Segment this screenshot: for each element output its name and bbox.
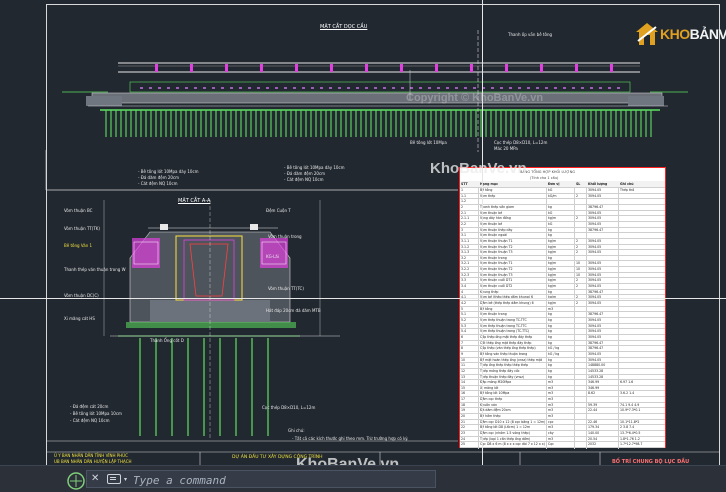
table-cell: 1.7*12.7*98.7 — [620, 442, 643, 447]
khobanve-logo: KHOBẢNVẼ — [632, 20, 726, 48]
note-c: - Cát đệm NQ 10cm — [138, 181, 178, 186]
note-f: - Cát đệm NQ 10cm — [284, 177, 324, 182]
section-label-14: - Đá đệm cát 20cm — [70, 404, 109, 409]
note-a: - Bê tông lót 10Mpa dày 10cm — [138, 169, 199, 174]
watermark-main: KhoBanVe.vn — [430, 160, 527, 177]
watermark-bottom: KhoBanVe.vn — [296, 456, 400, 465]
table-cell: Cọc D8 x 6 m (8 x x x cọc dài 7 x 12 x x… — [480, 442, 545, 447]
note-d: - Bê tông lót 10Mpa dày 10cm — [284, 165, 345, 170]
table-header-cell: Ghi chú — [620, 182, 634, 186]
table-cell: Cọc — [548, 442, 554, 447]
section-label-7: Thanh thép ván thuận trong W — [64, 267, 126, 272]
section-label-5: Bê tông Ván 1 — [64, 243, 93, 248]
label-form-bar: Thanh ốp vần bê tông — [508, 32, 553, 37]
section-label-15: - Bê tông lót 10Mpa 10cm — [70, 411, 122, 416]
logo-kho: KHO — [660, 26, 690, 42]
elevation-title: MẶT CẮT DỌC CẦU — [320, 24, 368, 30]
watermark-copyright: Copyright © KhoBanVe.vn — [406, 92, 544, 104]
drawing-canvas[interactable]: MẶT CẮT DỌC CẦU MẶT CẮT A-A Thanh ốp vần… — [0, 0, 726, 465]
table-header-cell: Khối lượng — [588, 182, 608, 186]
close-command-icon[interactable]: ✕ — [91, 473, 99, 484]
table-row: 25 Cọc D8 x 6 m (8 x x x cọc dài 7 x 12 x… — [460, 442, 665, 448]
crosshair-vertical — [482, 0, 483, 465]
titleblock-org-2: UB BAN NHÂN DÂN HUYỆN LẬP THẠCH — [54, 459, 132, 464]
table-header-row: STT Hạng mục Đơn vị SL Khối lượng Ghi chú — [460, 181, 665, 188]
note-e: - Đá dăm đệm 20cm — [284, 171, 326, 176]
table-cell: 2032 — [588, 442, 597, 447]
section-label-9: Vòm thuận TT(TC) — [268, 286, 304, 291]
section-label-10: Hát đáp 20cm đá dăm MTB — [266, 308, 321, 313]
section-label-4: Vòm thuận trong — [268, 234, 302, 239]
section-label-2: Vòm thuận TT(TK) — [64, 226, 100, 231]
label-lean-concrete: Bê tông lót 10Mpa — [410, 140, 447, 145]
titleblock-org-1: Ủ Y BAN NHÂN DÂN TỈNH VĨNH PHÚC — [54, 453, 128, 458]
label-grade: Mác 20 MPa — [494, 146, 518, 151]
note-title: Ghi chú: — [288, 428, 305, 433]
table-header-cell: STT — [461, 182, 468, 186]
section-label-1: Vòm thuận BC — [64, 208, 93, 213]
command-input-box[interactable]: ✕ ▾ — [86, 470, 436, 488]
section-title: MẶT CẮT A-A — [178, 198, 211, 204]
house-logo-icon — [636, 23, 658, 45]
section-label-6: KG-Lãi — [266, 254, 279, 259]
chevron-down-icon[interactable]: ▾ — [124, 476, 127, 483]
note-text: - Tất cả các kích thước ghi theo mm. Trừ… — [292, 436, 409, 441]
section-label-12: Thanh Ống cốt D — [150, 338, 184, 343]
crosshair-horizontal — [0, 298, 726, 299]
table-title: BẢNG TỔNG HỢP KHỐI LƯỢNG — [520, 170, 575, 174]
table-header-cell: SL — [576, 182, 581, 186]
logo-banve: BẢNVẼ — [689, 26, 726, 42]
section-label-11: Xi măng cát HS — [64, 316, 95, 321]
section-label-3: Đệm Cuộn T — [266, 208, 291, 213]
quantity-table[interactable]: BẢNG TỔNG HỢP KHỐI LƯỢNG (Tính cho 1 cầu… — [459, 167, 666, 449]
label-steel-pile: Cọc thép D8×D10, L=12m — [494, 140, 548, 145]
command-input[interactable] — [133, 473, 423, 487]
section-label-13: Cọc thép D8×D10, L=12m — [262, 405, 316, 410]
table-cell: 25 — [461, 442, 466, 447]
section-label-16: - Cát đệm NQ 10cm — [70, 418, 110, 423]
command-history-icon[interactable] — [107, 474, 121, 484]
command-line-bar: ✕ ▾ — [0, 465, 726, 492]
table-header-cell: Đơn vị — [548, 182, 560, 186]
note-b: - Đá dăm đệm 20cm — [138, 175, 180, 180]
logo-wordmark: KHOBẢNVẼ — [660, 26, 726, 42]
table-header-cell: Hạng mục — [480, 182, 498, 186]
table-unit: (Tính cho 1 cầu) — [530, 176, 559, 180]
